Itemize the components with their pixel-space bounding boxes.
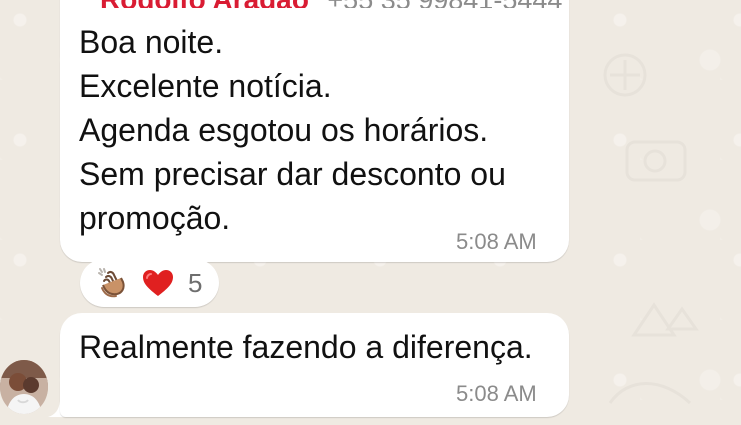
message-line: Excelente notícia. — [79, 68, 332, 104]
message-body: Boa noite. Excelente notícia. Agenda esg… — [79, 20, 549, 240]
avatar[interactable] — [0, 360, 48, 414]
message-line: Agenda esgotou os horários. — [79, 112, 489, 148]
avatar-photo-icon — [0, 360, 48, 414]
message-body: Realmente fazendo a diferença. — [79, 329, 533, 365]
sender-name[interactable]: Rodolfo Aragão — [100, 0, 309, 8]
clapping-hands-icon — [98, 268, 125, 298]
message-sender-row: Rodolfo Aragão +55 35 99841-5444 — [100, 0, 570, 8]
message-line: Boa noite. — [79, 24, 224, 60]
message-reactions-pill[interactable]: 5 — [80, 259, 219, 307]
message-line: Sem precisar dar desconto ou — [79, 156, 506, 192]
heart-icon — [143, 270, 173, 296]
message-timestamp: 5:08 AM — [456, 229, 537, 254]
message-timestamp: 5:08 AM — [456, 381, 537, 406]
sender-phone: +55 35 99841-5444 — [327, 0, 562, 8]
reaction-count: 5 — [188, 267, 203, 298]
